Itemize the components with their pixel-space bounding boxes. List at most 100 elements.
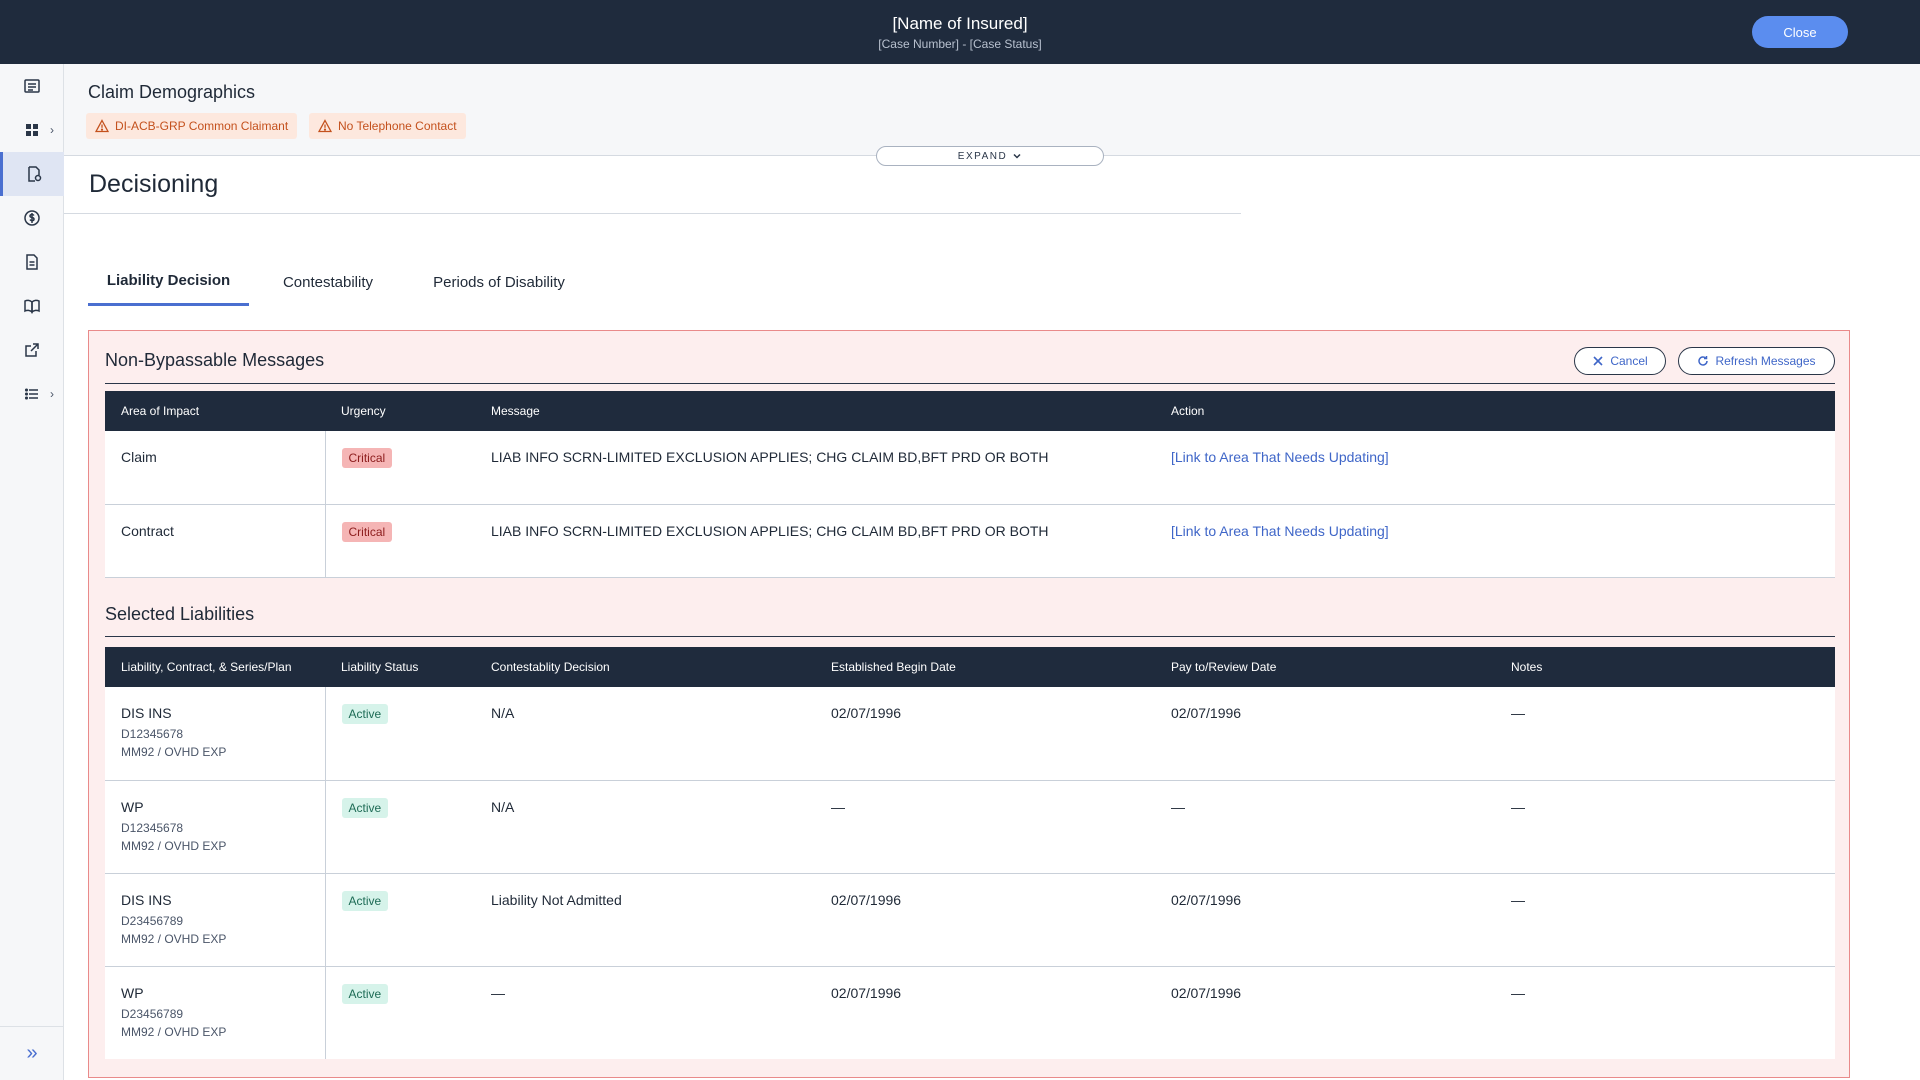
sidebar-item-summary[interactable] (0, 64, 64, 108)
alert-label: DI-ACB-GRP Common Claimant (115, 119, 289, 133)
table-header-row: Liability, Contract, & Series/Plan Liabi… (105, 647, 1835, 687)
tab-liability-decision[interactable]: Liability Decision (88, 258, 249, 306)
sidebar-item-documents[interactable] (0, 240, 64, 284)
urgency-cell: Critical (325, 504, 475, 578)
sidebar-item-external[interactable] (0, 328, 64, 372)
action-link[interactable]: [Link to Area That Needs Updating] (1171, 523, 1389, 539)
contract-number: D12345678 (121, 727, 184, 741)
column-header: Liability, Contract, & Series/Plan (121, 660, 292, 674)
list-detail-icon (24, 79, 40, 93)
alert-tag-common-claimant: DI-ACB-GRP Common Claimant (86, 113, 298, 139)
sidebar: › › » (0, 64, 64, 1080)
refresh-messages-button[interactable]: Refresh Messages (1678, 347, 1835, 375)
table-row: WP D12345678 MM92 / OVHD EXP Active N/A … (105, 780, 1835, 874)
status-cell: Active (325, 873, 475, 967)
status-cell: Active (325, 687, 475, 781)
pay-date-cell: 02/07/1996 (1171, 984, 1242, 1001)
document-settings-icon (27, 166, 41, 182)
table-row: DIS INS D23456789 MM92 / OVHD EXP Active… (105, 873, 1835, 967)
status-badge: Active (341, 704, 389, 724)
message-cell: LIAB INFO SCRN-LIMITED EXCLUSION APPLIES… (475, 504, 1155, 578)
sidebar-item-payments[interactable] (0, 196, 64, 240)
refresh-icon (1698, 356, 1709, 366)
messages-section-title: Non-Bypassable Messages (105, 350, 325, 370)
contract-number: D23456789 (121, 1006, 184, 1021)
liability-name: DIS INS (121, 705, 172, 721)
table-row: Contract Critical LIAB INFO SCRN-LIMITED… (105, 504, 1835, 578)
table-header-row: Area of Impact Urgency Message Action (105, 391, 1835, 431)
alert-tag-no-telephone: No Telephone Contact (309, 113, 466, 139)
close-icon (1593, 356, 1603, 366)
action-cell: [Link to Area That Needs Updating] (1155, 431, 1835, 505)
series-plan: MM92 / OVHD EXP (121, 1024, 227, 1039)
liability-cell: DIS INS D12345678 MM92 / OVHD EXP (105, 687, 326, 781)
close-button[interactable]: Close (1752, 16, 1848, 48)
tab-contestability[interactable]: Contestability (249, 258, 407, 306)
begin-date-cell: — (815, 780, 1155, 874)
begin-date-cell: 02/07/1996 (831, 984, 902, 1001)
status-cell: Active (325, 780, 475, 874)
area-cell: Claim (105, 431, 326, 505)
pay-date-cell: 02/07/1996 (1155, 687, 1495, 781)
top-header: [Name of Insured] [Case Number] - [Case … (0, 0, 1920, 64)
decision-cell: N/A (475, 780, 815, 874)
liability-name: DIS INS (121, 891, 172, 908)
contract-number: D23456789 (121, 913, 184, 928)
action-link[interactable]: [Link to Area That Needs Updating] (1171, 449, 1389, 465)
action-cell: [Link to Area That Needs Updating] (1155, 504, 1835, 578)
sidebar-item-reference[interactable] (0, 284, 64, 328)
document-icon (26, 254, 38, 270)
warning-icon (95, 119, 109, 133)
divider (64, 213, 1241, 214)
book-icon (24, 299, 40, 314)
notes-cell: — (1495, 780, 1835, 874)
external-link-icon (25, 343, 39, 357)
messages-table: Area of Impact Urgency Message Action Cl… (105, 391, 1835, 578)
cancel-button[interactable]: Cancel (1574, 347, 1666, 375)
message-cell: LIAB INFO SCRN-LIMITED EXCLUSION APPLIES… (475, 431, 1155, 505)
demographics-title: Claim Demographics (88, 82, 256, 102)
notes-cell: — (1495, 687, 1835, 781)
chevron-down-icon (1013, 153, 1021, 159)
double-chevron-right-icon[interactable]: » (0, 1026, 64, 1080)
page-title: Decisioning (89, 170, 219, 198)
liabilities-section-title: Selected Liabilities (105, 604, 255, 624)
section-divider (105, 383, 1835, 384)
case-info: [Case Number] - [Case Status] (878, 37, 1042, 51)
pay-date-cell: 02/07/1996 (1155, 873, 1495, 967)
chevron-right-icon: › (50, 387, 54, 401)
warning-icon (318, 119, 332, 133)
sidebar-item-dashboard[interactable]: › (0, 108, 64, 152)
liabilities-table: Liability, Contract, & Series/Plan Liabi… (105, 647, 1835, 1059)
urgency-badge: Critical (341, 521, 393, 542)
decision-cell: Liability Not Admitted (475, 873, 815, 967)
sidebar-item-list[interactable]: › (0, 372, 64, 416)
tab-periods-of-disability[interactable]: Periods of Disability (407, 258, 591, 306)
table-row: Claim Critical LIAB INFO SCRN-LIMITED EX… (105, 431, 1835, 505)
bullet-list-icon (24, 388, 38, 400)
sidebar-item-decisioning[interactable] (0, 152, 64, 196)
liability-cell: WP D12345678 MM92 / OVHD EXP (105, 780, 326, 874)
urgency-badge: Critical (341, 448, 393, 468)
liability-name: WP (121, 984, 144, 1001)
status-badge: Active (341, 983, 389, 1004)
notes-cell: — (1511, 984, 1525, 1001)
cancel-label: Cancel (1610, 354, 1648, 368)
contract-number: D12345678 (121, 820, 184, 835)
column-header: Liability Status (341, 660, 419, 674)
series-plan: MM92 / OVHD EXP (121, 745, 227, 759)
decision-cell: — (491, 984, 505, 1001)
area-cell: Contract (105, 504, 326, 578)
pay-date-cell: — (1155, 780, 1495, 874)
column-header: Action (1171, 404, 1205, 418)
claim-demographics: Claim Demographics DI-ACB-GRP Common Cla… (64, 64, 1920, 156)
status-badge: Active (341, 890, 389, 911)
column-header: Message (491, 404, 540, 418)
decision-cell: N/A (475, 687, 815, 781)
expand-button[interactable]: EXPAND (876, 146, 1104, 166)
urgency-cell: Critical (325, 431, 475, 505)
status-badge: Active (341, 797, 389, 818)
series-plan: MM92 / OVHD EXP (121, 931, 227, 946)
column-header: Contestablity Decision (491, 660, 610, 674)
alert-label: No Telephone Contact (338, 119, 457, 133)
